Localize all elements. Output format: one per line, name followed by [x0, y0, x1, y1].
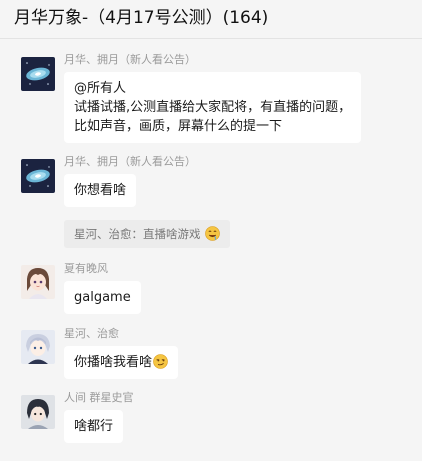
- dark-hair-avatar-icon[interactable]: [21, 395, 55, 429]
- galaxy-avatar-icon[interactable]: [21, 57, 55, 91]
- message-bubble[interactable]: 你想看啥: [64, 174, 137, 207]
- message-text: 啥都行: [74, 419, 114, 434]
- message-bubble[interactable]: @所有人 试播试播,公测直播给大家配将，有直播的问题， 比如声音，画质，屏幕什么…: [64, 72, 362, 143]
- message-bubble[interactable]: galgame: [64, 281, 141, 314]
- message-text: 你想看啥: [74, 183, 127, 198]
- sender-name: 夏有晚风: [64, 262, 108, 275]
- message-text: galgame: [74, 290, 131, 305]
- sender-name: 人间 群星史官: [64, 391, 134, 404]
- sender-name: 月华、拥月（新人看公告）: [64, 155, 196, 168]
- anime-girl-avatar-icon[interactable]: [21, 265, 55, 299]
- chat-window: 月华万象-（4月17号公测）(164) 月华、拥月（新人看公告） @所有人 试播…: [0, 0, 422, 461]
- galaxy-avatar-icon[interactable]: [21, 159, 55, 193]
- message-bubble[interactable]: 你播啥我看啥: [64, 346, 179, 379]
- message-text: 比如声音，画质，屏幕什么的提一下: [74, 119, 283, 134]
- sender-name: 月华、拥月（新人看公告）: [64, 53, 196, 66]
- quoted-reply[interactable]: 星河、治愈：直播啥游戏: [64, 220, 231, 248]
- chat-title: 月华万象-（4月17号公测）(164): [14, 8, 269, 28]
- message-list[interactable]: 月华、拥月（新人看公告） @所有人 试播试播,公测直播给大家配将，有直播的问题，…: [0, 39, 422, 461]
- sender-name: 星河、治愈: [64, 327, 119, 340]
- anime-boy-avatar-icon[interactable]: [21, 330, 55, 364]
- message-text: 试播试播,公测直播给大家配将，有直播的问题，: [74, 100, 352, 115]
- smirk-face-emoji: [153, 354, 168, 369]
- message-text: @所有人: [74, 81, 127, 96]
- drooling-face-emoji: [205, 226, 220, 241]
- title-bar: 月华万象-（4月17号公测）(164): [0, 0, 422, 39]
- quote-text: 星河、治愈：直播啥游戏: [74, 227, 201, 241]
- message-text: 你播啥我看啥: [74, 355, 153, 370]
- message-bubble[interactable]: 啥都行: [64, 410, 124, 443]
